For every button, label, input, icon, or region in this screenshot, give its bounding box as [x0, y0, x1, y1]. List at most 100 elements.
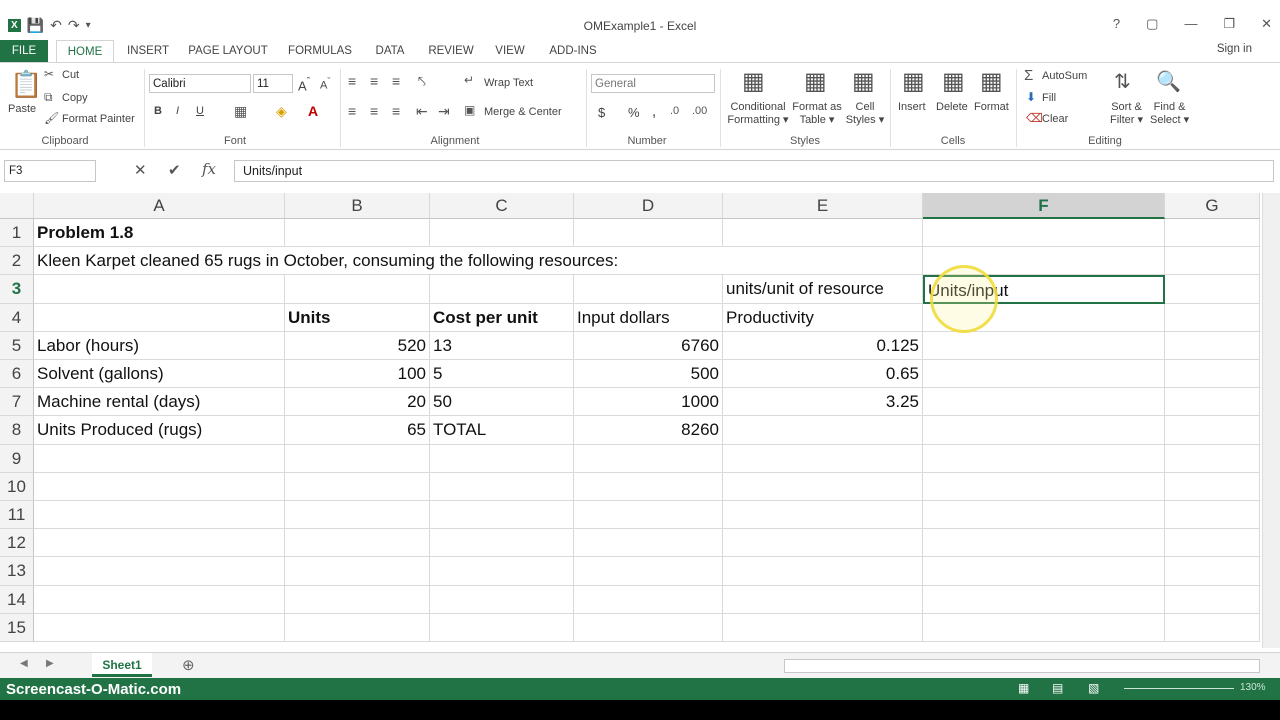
cell-e3[interactable]: units/unit of resource: [723, 275, 923, 304]
cell-f7[interactable]: [923, 388, 1165, 417]
cell-c8[interactable]: TOTAL: [430, 416, 574, 445]
scroll-left-icon[interactable]: ◀: [20, 658, 28, 669]
align-right-icon[interactable]: ≡: [392, 103, 400, 119]
cell-c7[interactable]: 50: [430, 388, 574, 417]
cell-b15[interactable]: [285, 613, 430, 642]
row-header-14[interactable]: 14: [0, 585, 34, 614]
cell-a9[interactable]: [34, 444, 285, 473]
cell-d9[interactable]: [574, 444, 723, 473]
font-name-select[interactable]: Calibri: [149, 74, 251, 93]
cell-c5[interactable]: 13: [430, 331, 574, 360]
cell-g8[interactable]: [1165, 416, 1260, 445]
cell-c3[interactable]: [430, 275, 574, 304]
cell-a5[interactable]: Labor (hours): [34, 331, 285, 360]
cell-b3[interactable]: [285, 275, 430, 304]
tab-view[interactable]: VIEW: [488, 40, 532, 62]
cell-a8[interactable]: Units Produced (rugs): [34, 416, 285, 445]
sort-filter-icon[interactable]: ⇅: [1114, 69, 1131, 94]
cell-a2[interactable]: Kleen Karpet cleaned 65 rugs in October,…: [34, 247, 618, 276]
cell-f14[interactable]: [923, 585, 1165, 614]
autosum-icon[interactable]: Σ: [1024, 67, 1033, 84]
increase-indent-icon[interactable]: ⇥: [438, 103, 450, 120]
cell-f13[interactable]: [923, 557, 1165, 586]
cell-d15[interactable]: [574, 613, 723, 642]
find-select-icon[interactable]: 🔍: [1156, 69, 1181, 94]
tab-formulas[interactable]: FORMULAS: [282, 40, 358, 62]
column-header-b[interactable]: B: [285, 193, 430, 219]
column-header-e[interactable]: E: [723, 193, 923, 219]
decrease-indent-icon[interactable]: ⇤: [416, 103, 428, 120]
increase-decimal-icon[interactable]: .0: [670, 105, 679, 117]
cell-b12[interactable]: [285, 529, 430, 558]
cell-g10[interactable]: [1165, 472, 1260, 501]
cell-a4[interactable]: [34, 303, 285, 332]
cell-f6[interactable]: [923, 360, 1165, 389]
cell-f8[interactable]: [923, 416, 1165, 445]
find-select-button[interactable]: Find & Select ▾: [1150, 101, 1189, 126]
cell-c6[interactable]: 5: [430, 360, 574, 389]
cell-b5[interactable]: 520: [285, 331, 430, 360]
italic-button[interactable]: I: [176, 105, 179, 117]
cell-a11[interactable]: [34, 501, 285, 530]
cell-f12[interactable]: [923, 529, 1165, 558]
cancel-icon[interactable]: ✕: [134, 161, 147, 179]
horizontal-scrollbar[interactable]: [784, 659, 1260, 673]
cut-button[interactable]: Cut: [62, 69, 79, 81]
cell-a7[interactable]: Machine rental (days): [34, 388, 285, 417]
cell-e8[interactable]: [723, 416, 923, 445]
tab-data[interactable]: DATA: [366, 40, 414, 62]
cell-g1[interactable]: [1165, 219, 1260, 248]
cell-b14[interactable]: [285, 585, 430, 614]
fill-button[interactable]: Fill: [1042, 92, 1056, 104]
cell-f15[interactable]: [923, 613, 1165, 642]
row-header-11[interactable]: 11: [0, 501, 34, 530]
cell-c14[interactable]: [430, 585, 574, 614]
cell-c10[interactable]: [430, 472, 574, 501]
column-header-g[interactable]: G: [1165, 193, 1260, 219]
row-header-15[interactable]: 15: [0, 613, 34, 642]
align-top-icon[interactable]: ≡: [348, 73, 356, 89]
cell-c4[interactable]: Cost per unit: [430, 303, 574, 332]
row-header-12[interactable]: 12: [0, 529, 34, 558]
ribbon-display-icon[interactable]: ▢: [1146, 16, 1158, 32]
cell-c9[interactable]: [430, 444, 574, 473]
select-all-corner[interactable]: [0, 193, 34, 219]
cell-d12[interactable]: [574, 529, 723, 558]
cell-c15[interactable]: [430, 613, 574, 642]
fill-icon[interactable]: ⬇: [1026, 90, 1036, 104]
cell-a13[interactable]: [34, 557, 285, 586]
cell-a14[interactable]: [34, 585, 285, 614]
grow-font-icon[interactable]: Aˆ: [298, 76, 310, 93]
format-cells-icon[interactable]: ▦: [980, 67, 1003, 96]
column-header-d[interactable]: D: [574, 193, 723, 219]
cell-d3[interactable]: [574, 275, 723, 304]
cell-e12[interactable]: [723, 529, 923, 558]
cell-c12[interactable]: [430, 529, 574, 558]
close-icon[interactable]: ✕: [1261, 16, 1272, 32]
cell-f11[interactable]: [923, 501, 1165, 530]
cell-g11[interactable]: [1165, 501, 1260, 530]
cell-e14[interactable]: [723, 585, 923, 614]
row-header-7[interactable]: 7: [0, 388, 34, 417]
cell-g6[interactable]: [1165, 360, 1260, 389]
cell-a10[interactable]: [34, 472, 285, 501]
cell-e5[interactable]: 0.125: [723, 331, 923, 360]
sheet-tab-sheet1[interactable]: Sheet1: [92, 653, 152, 677]
cell-d14[interactable]: [574, 585, 723, 614]
cell-g3[interactable]: [1165, 275, 1260, 304]
cell-b1[interactable]: [285, 219, 430, 248]
normal-view-icon[interactable]: ▦: [1018, 681, 1029, 695]
tab-home[interactable]: HOME: [56, 40, 114, 63]
cell-d11[interactable]: [574, 501, 723, 530]
bold-button[interactable]: B: [154, 105, 162, 117]
autosum-button[interactable]: AutoSum: [1042, 70, 1087, 82]
format-painter-icon[interactable]: 🖌: [44, 111, 59, 125]
tab-page-layout[interactable]: PAGE LAYOUT: [184, 40, 272, 62]
cell-d4[interactable]: Input dollars: [574, 303, 723, 332]
delete-cells-icon[interactable]: ▦: [942, 67, 965, 96]
tab-review[interactable]: REVIEW: [424, 40, 478, 62]
copy-button[interactable]: Copy: [62, 92, 88, 104]
cell-g15[interactable]: [1165, 613, 1260, 642]
column-header-f[interactable]: F: [923, 193, 1165, 219]
cell-a3[interactable]: [34, 275, 285, 304]
